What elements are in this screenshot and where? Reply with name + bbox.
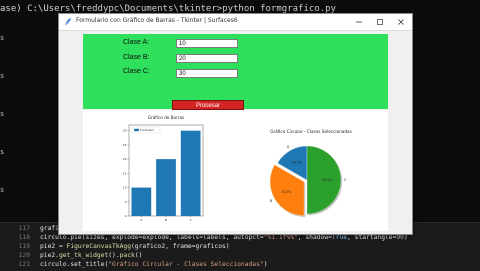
x-tick-label: C (190, 218, 192, 222)
code-line: 121 circulo.set_title("Gráfico Circular -… (0, 260, 268, 269)
code-token: ) (403, 234, 408, 241)
pie-category-label: B (270, 199, 272, 203)
y-tick-label: 10 (123, 186, 127, 190)
form-panel: Clase A: 10 Clase B: 20 Clase C: 30 Proc… (83, 34, 388, 110)
code-token: ) (263, 261, 268, 268)
code-token: 90 (396, 234, 404, 241)
x-tick-label: B (165, 218, 167, 222)
tkinter-window: Formulario con Gráfico de Barras - Tkint… (58, 13, 413, 235)
pie-category-label: C (344, 178, 347, 182)
line-number: 119 (18, 243, 30, 250)
line-number: 117 (18, 225, 30, 232)
y-tick-label: 5 (125, 200, 127, 204)
legend-entry: Cantidad (140, 128, 154, 132)
pie-chart-title: Gráfico Circular - Clases Seleccionadas (270, 129, 352, 134)
code-token: , startangle= (347, 234, 397, 241)
code-token: "Gráfico Circular - Clases Seleccionadas… (108, 261, 264, 268)
procesar-button[interactable]: Procesar (172, 100, 244, 110)
code-line: 119 pie2 = FigureCanvasTkAgg(grafico2, fr… (0, 242, 230, 251)
code-text: pie2 = FigureCanvasTkAgg(grafico2, frame… (40, 243, 230, 250)
legend-swatch (134, 128, 139, 132)
code-token: True (331, 234, 348, 241)
clase-a-label: Clase A: (123, 39, 150, 46)
maximize-button[interactable] (369, 14, 391, 30)
terminal-fragment: s (0, 34, 5, 42)
code-token: pie2 = (40, 243, 67, 250)
pie-percent-label: 33.3% (281, 190, 291, 194)
clase-b-label: Clase B: (123, 54, 150, 61)
terminal-fragment: s (0, 72, 5, 80)
bar-A (131, 187, 152, 216)
pie-chart: Gráfico Circular - Clases Seleccionadas 1… (269, 129, 352, 217)
x-tick-label: A (140, 218, 143, 222)
tk-feather-icon (64, 18, 71, 27)
y-tick-label: 30 (123, 129, 127, 133)
code-token: "%1.1f%%" (263, 234, 298, 241)
code-token: () (134, 252, 143, 259)
terminal-fragment: s (0, 186, 5, 194)
window-title: Formulario con Gráfico de Barras - Tkint… (76, 17, 238, 24)
clase-c-input[interactable]: 30 (176, 69, 238, 78)
window-titlebar[interactable]: Formulario con Gráfico de Barras - Tkint… (59, 14, 412, 31)
terminal-fragment: s (0, 110, 5, 118)
code-token: pack (119, 252, 135, 259)
y-tick-label: 25 (123, 143, 127, 147)
clase-c-label: Clase C: (123, 68, 150, 75)
code-line: 120 pie2.get_tk_widget().pack() (0, 251, 143, 260)
y-tick-label: 15 (123, 171, 127, 175)
code-token: get_tk_widget (58, 252, 109, 259)
code-token: (grafico2, frame=graficos) (131, 243, 230, 250)
code-text: circulo.pie(sizes, explode=explode, labe… (40, 234, 408, 241)
y-tick-label: 20 (123, 157, 127, 161)
bar-chart: Gráfico de Barras 0 5 10 15 20 25 30 A B C Cantidad (123, 115, 204, 222)
close-icon (398, 19, 404, 25)
clase-b-input[interactable]: 20 (176, 54, 238, 63)
terminal-fragment: s (0, 148, 5, 156)
clase-a-input[interactable]: 10 (176, 39, 238, 48)
bar-C (180, 130, 201, 216)
minimize-button[interactable] (348, 14, 370, 30)
bar-chart-title: Gráfico de Barras (148, 115, 185, 120)
code-token: pie2. (40, 252, 59, 259)
code-token: circulo.set_title( (40, 261, 109, 268)
code-token: , shadow= (297, 234, 332, 241)
line-number: 120 (18, 252, 30, 259)
code-text: circulo.set_title("Gráfico Circular - Cl… (40, 261, 267, 268)
pie-category-label: A (287, 145, 290, 149)
charts-panel: Gráfico de Barras 0 5 10 15 20 25 30 A B C Cantidad… (83, 110, 388, 231)
line-number: 121 (18, 261, 30, 268)
code-token: (). (108, 252, 120, 259)
pie-percent-label: 16.7% (292, 160, 302, 164)
code-token: FigureCanvasTkAgg (66, 243, 131, 250)
y-tick-label: 0 (125, 214, 127, 218)
maximize-icon (377, 19, 383, 25)
code-text: pie2.get_tk_widget().pack() (40, 252, 142, 259)
pie-percent-label: 50.0% (322, 178, 332, 182)
close-button[interactable] (390, 14, 412, 30)
code-token: circulo.pie(sizes, explode=explode, labe… (40, 234, 264, 241)
minimize-icon (356, 21, 362, 23)
bar-B (156, 159, 176, 216)
line-number: 118 (18, 234, 30, 241)
